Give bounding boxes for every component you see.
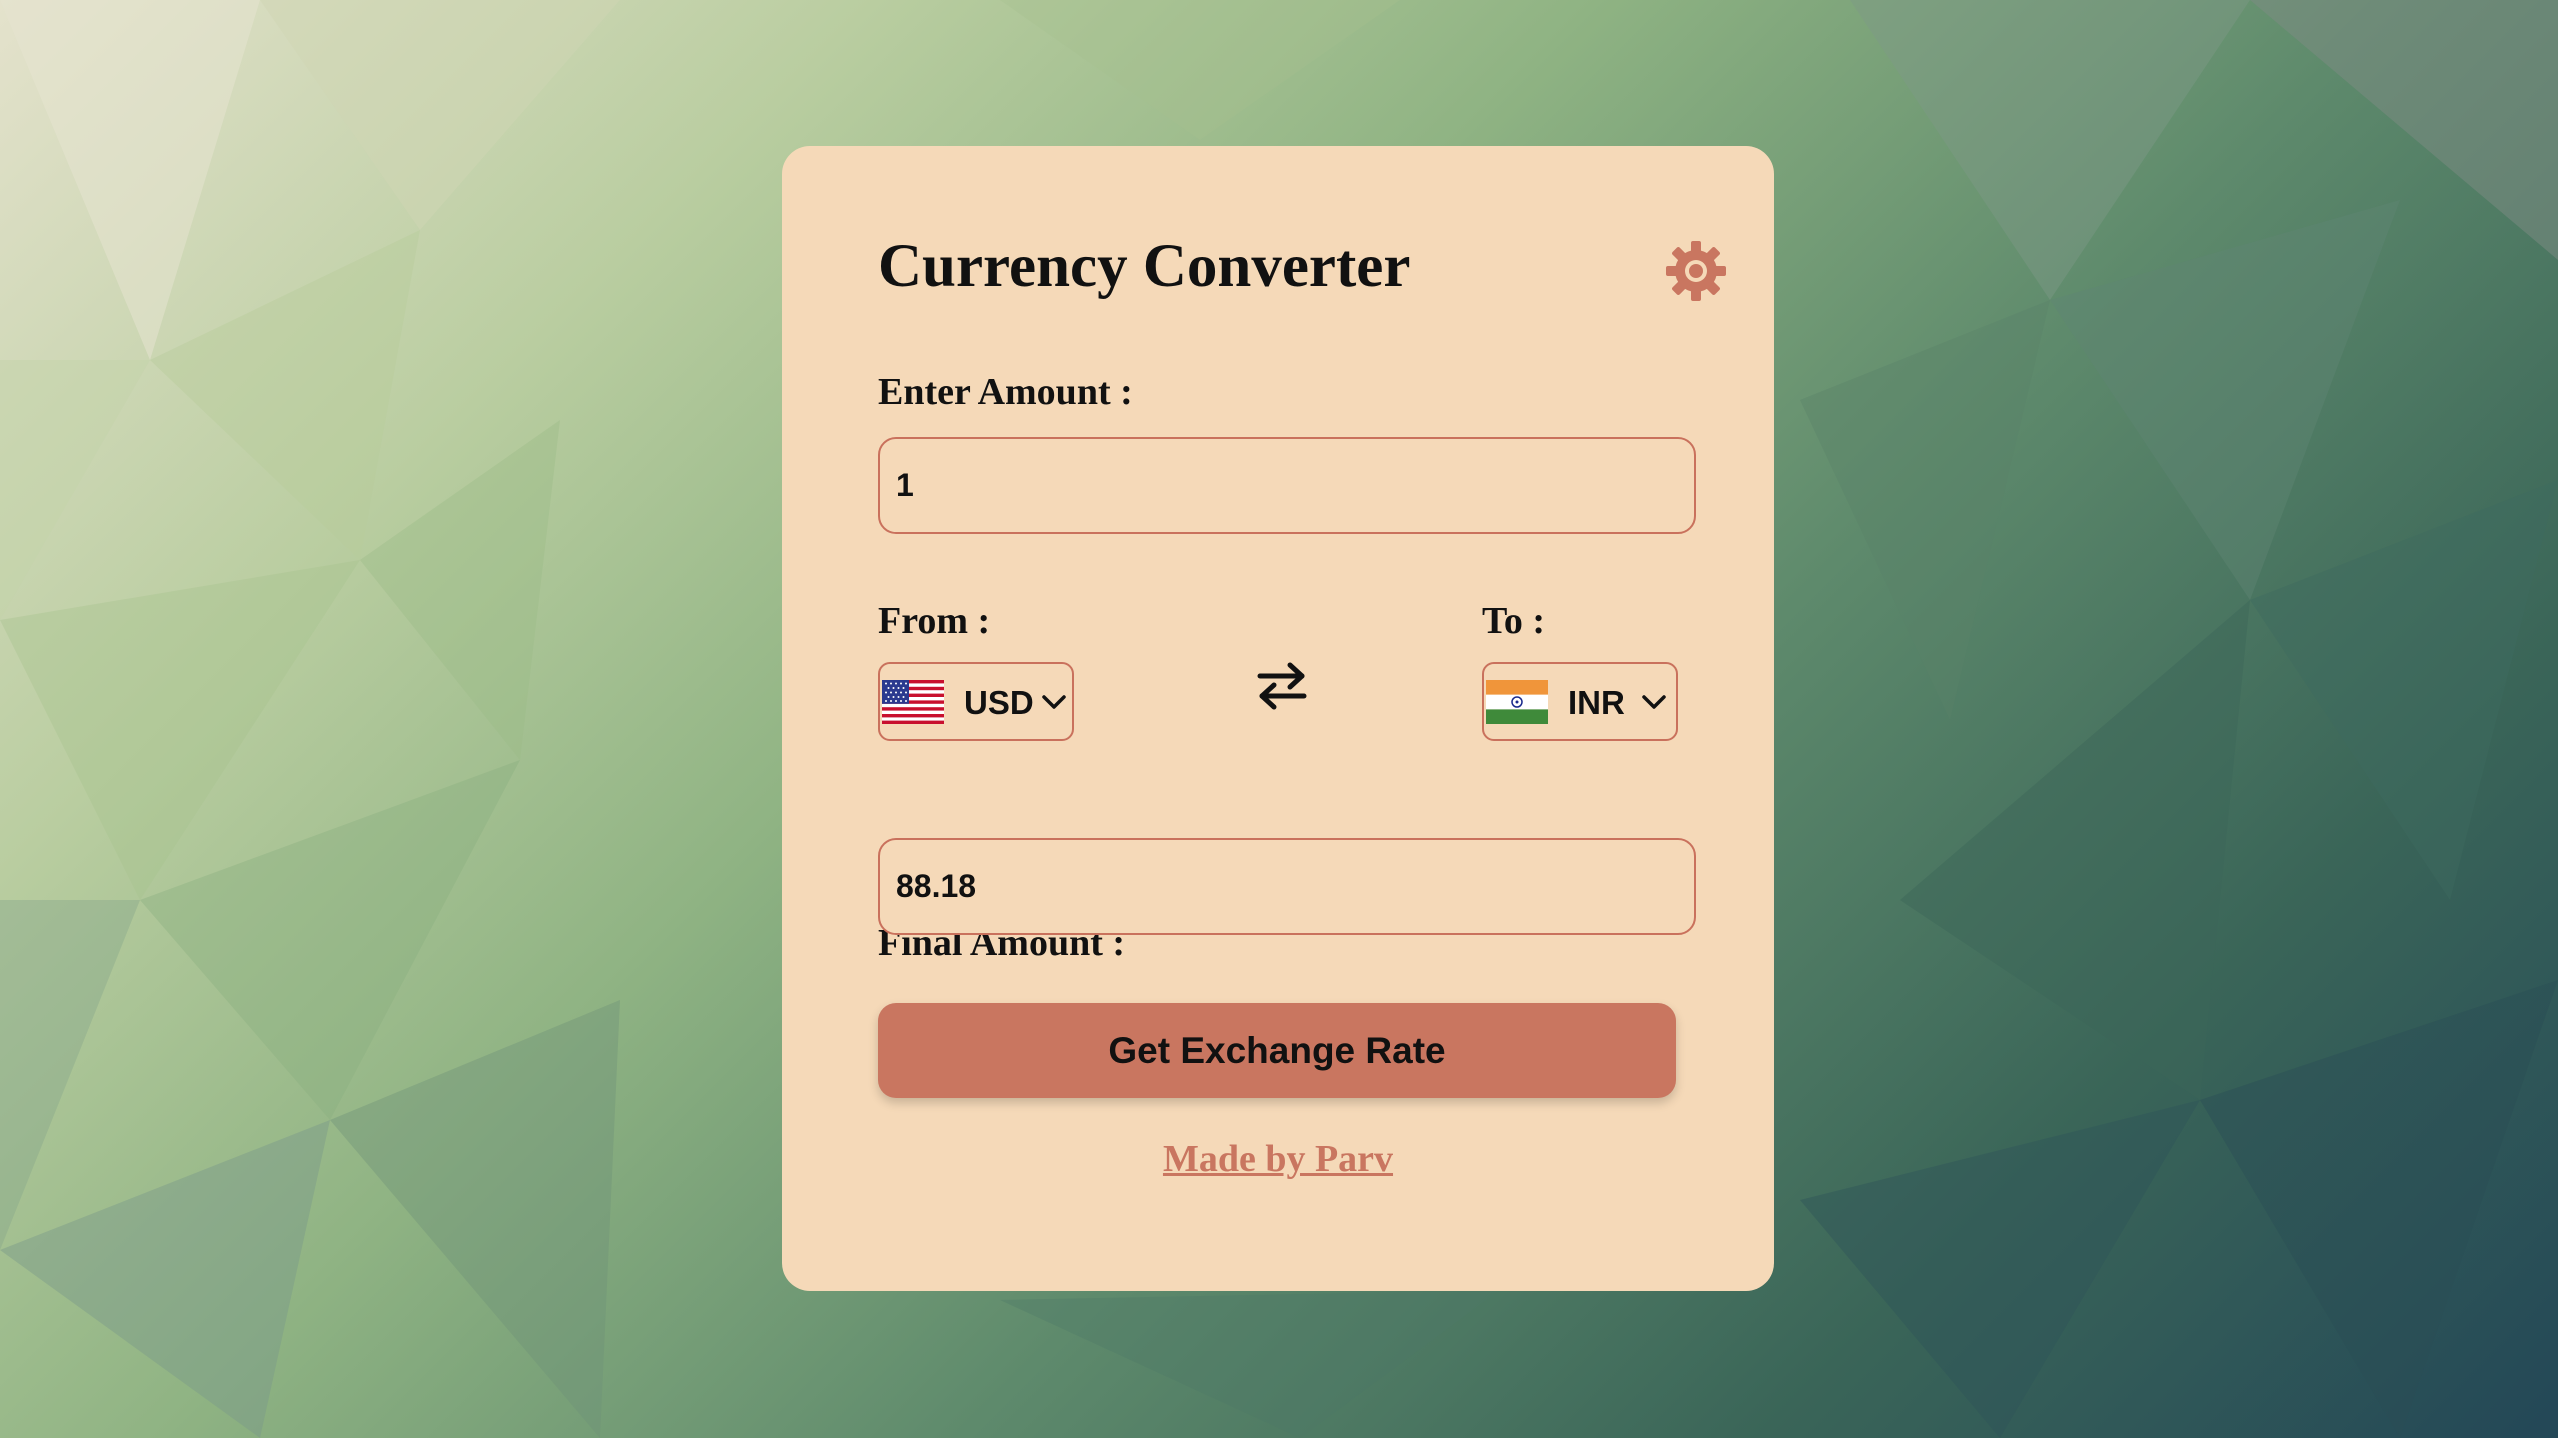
swap-arrows-icon	[1257, 662, 1307, 710]
amount-label: Enter Amount :	[878, 371, 1133, 413]
to-currency-code: INR	[1568, 684, 1625, 721]
amount-input[interactable]	[878, 437, 1696, 534]
get-exchange-rate-button[interactable]: Get Exchange Rate	[878, 1003, 1676, 1098]
india-flag-icon	[1486, 680, 1548, 724]
swap-currencies-button[interactable]	[1252, 656, 1312, 716]
from-currency-select[interactable]: USD	[878, 662, 1074, 741]
us-flag-icon	[882, 680, 944, 724]
to-label: To :	[1482, 600, 1546, 642]
made-by-link[interactable]: Made by Parv	[1163, 1138, 1393, 1180]
from-label: From :	[878, 600, 991, 642]
gear-icon	[1666, 241, 1726, 301]
chevron-down-icon	[1642, 695, 1666, 709]
final-amount-field[interactable]	[878, 838, 1696, 935]
from-currency-code: USD	[964, 684, 1034, 721]
chevron-down-icon	[1042, 695, 1066, 709]
converter-card: Currency Converter Enter Amount : From :…	[782, 146, 1774, 1291]
footer-credit: Made by Parv	[782, 1137, 1774, 1181]
to-currency-select[interactable]: INR	[1482, 662, 1678, 741]
page-title: Currency Converter	[878, 233, 1411, 300]
theme-toggle-button[interactable]	[1664, 239, 1728, 303]
